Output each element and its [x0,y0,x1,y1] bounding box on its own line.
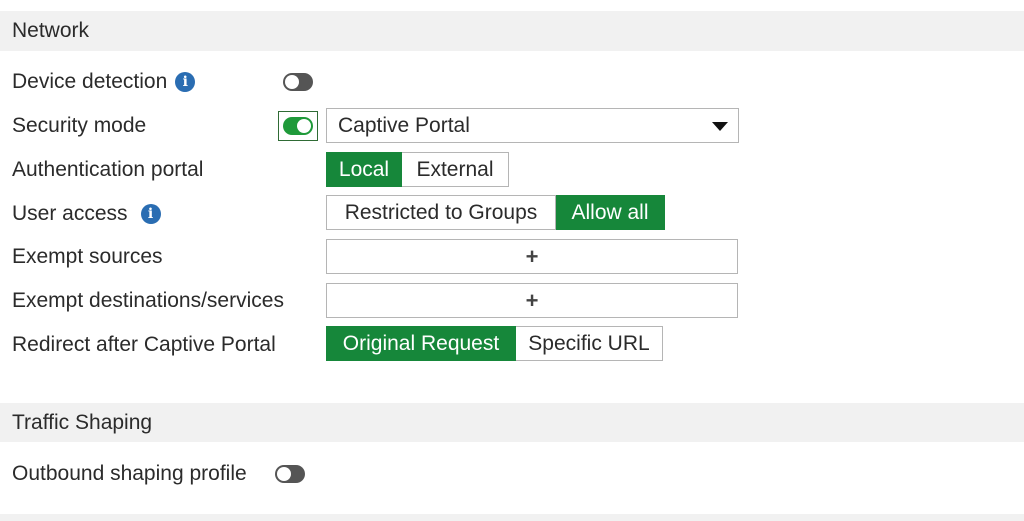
exempt-destinations-add-field[interactable]: + [326,283,738,318]
authentication-portal-toggle-group: Local External [326,152,509,187]
device-detection-label: Device detection [12,70,168,93]
security-mode-select[interactable]: Captive Portal [326,108,739,143]
device-detection-row: Device detection i [12,67,196,97]
traffic-shaping-section-header: Traffic Shaping [0,403,1024,442]
security-mode-toggle[interactable] [283,117,313,135]
security-mode-label: Security mode [12,114,147,137]
security-mode-selected-value: Captive Portal [338,113,470,137]
user-access-allow-all-button[interactable]: Allow all [556,195,665,230]
device-detection-toggle[interactable] [283,73,313,91]
traffic-shaping-section-title: Traffic Shaping [12,410,153,434]
exempt-destinations-row: Exempt destinations/services [12,286,284,316]
security-mode-toggle-frame [278,111,318,141]
auth-portal-local-button[interactable]: Local [326,152,402,187]
redirect-toggle-group: Original Request Specific URL [326,326,663,361]
security-mode-row: Security mode [12,111,146,141]
exempt-destinations-label: Exempt destinations/services [12,289,284,312]
auth-portal-external-button[interactable]: External [402,152,509,187]
network-section-header: Network [0,11,1024,51]
exempt-sources-row: Exempt sources [12,242,163,272]
bottom-divider [0,514,1024,521]
outbound-shaping-row: Outbound shaping profile [12,459,247,489]
network-section-title: Network [12,19,90,42]
plus-icon: + [525,243,539,269]
info-icon[interactable]: i [175,72,196,92]
redirect-row: Redirect after Captive Portal [12,330,276,360]
user-access-label: User access [12,202,128,225]
user-access-toggle-group: Restricted to Groups Allow all [326,195,665,230]
chevron-down-icon [712,121,728,131]
redirect-original-request-button[interactable]: Original Request [326,326,516,361]
user-access-restricted-button[interactable]: Restricted to Groups [326,195,556,230]
redirect-specific-url-button[interactable]: Specific URL [516,326,663,361]
info-icon[interactable]: i [140,204,161,224]
outbound-shaping-toggle[interactable] [275,465,305,483]
outbound-shaping-label: Outbound shaping profile [12,462,247,485]
authentication-portal-label: Authentication portal [12,158,204,181]
plus-icon: + [525,287,539,313]
user-access-row: User access i [12,199,161,229]
exempt-sources-label: Exempt sources [12,245,163,268]
redirect-label: Redirect after Captive Portal [12,333,276,356]
exempt-sources-add-field[interactable]: + [326,239,738,274]
authentication-portal-row: Authentication portal [12,155,203,185]
